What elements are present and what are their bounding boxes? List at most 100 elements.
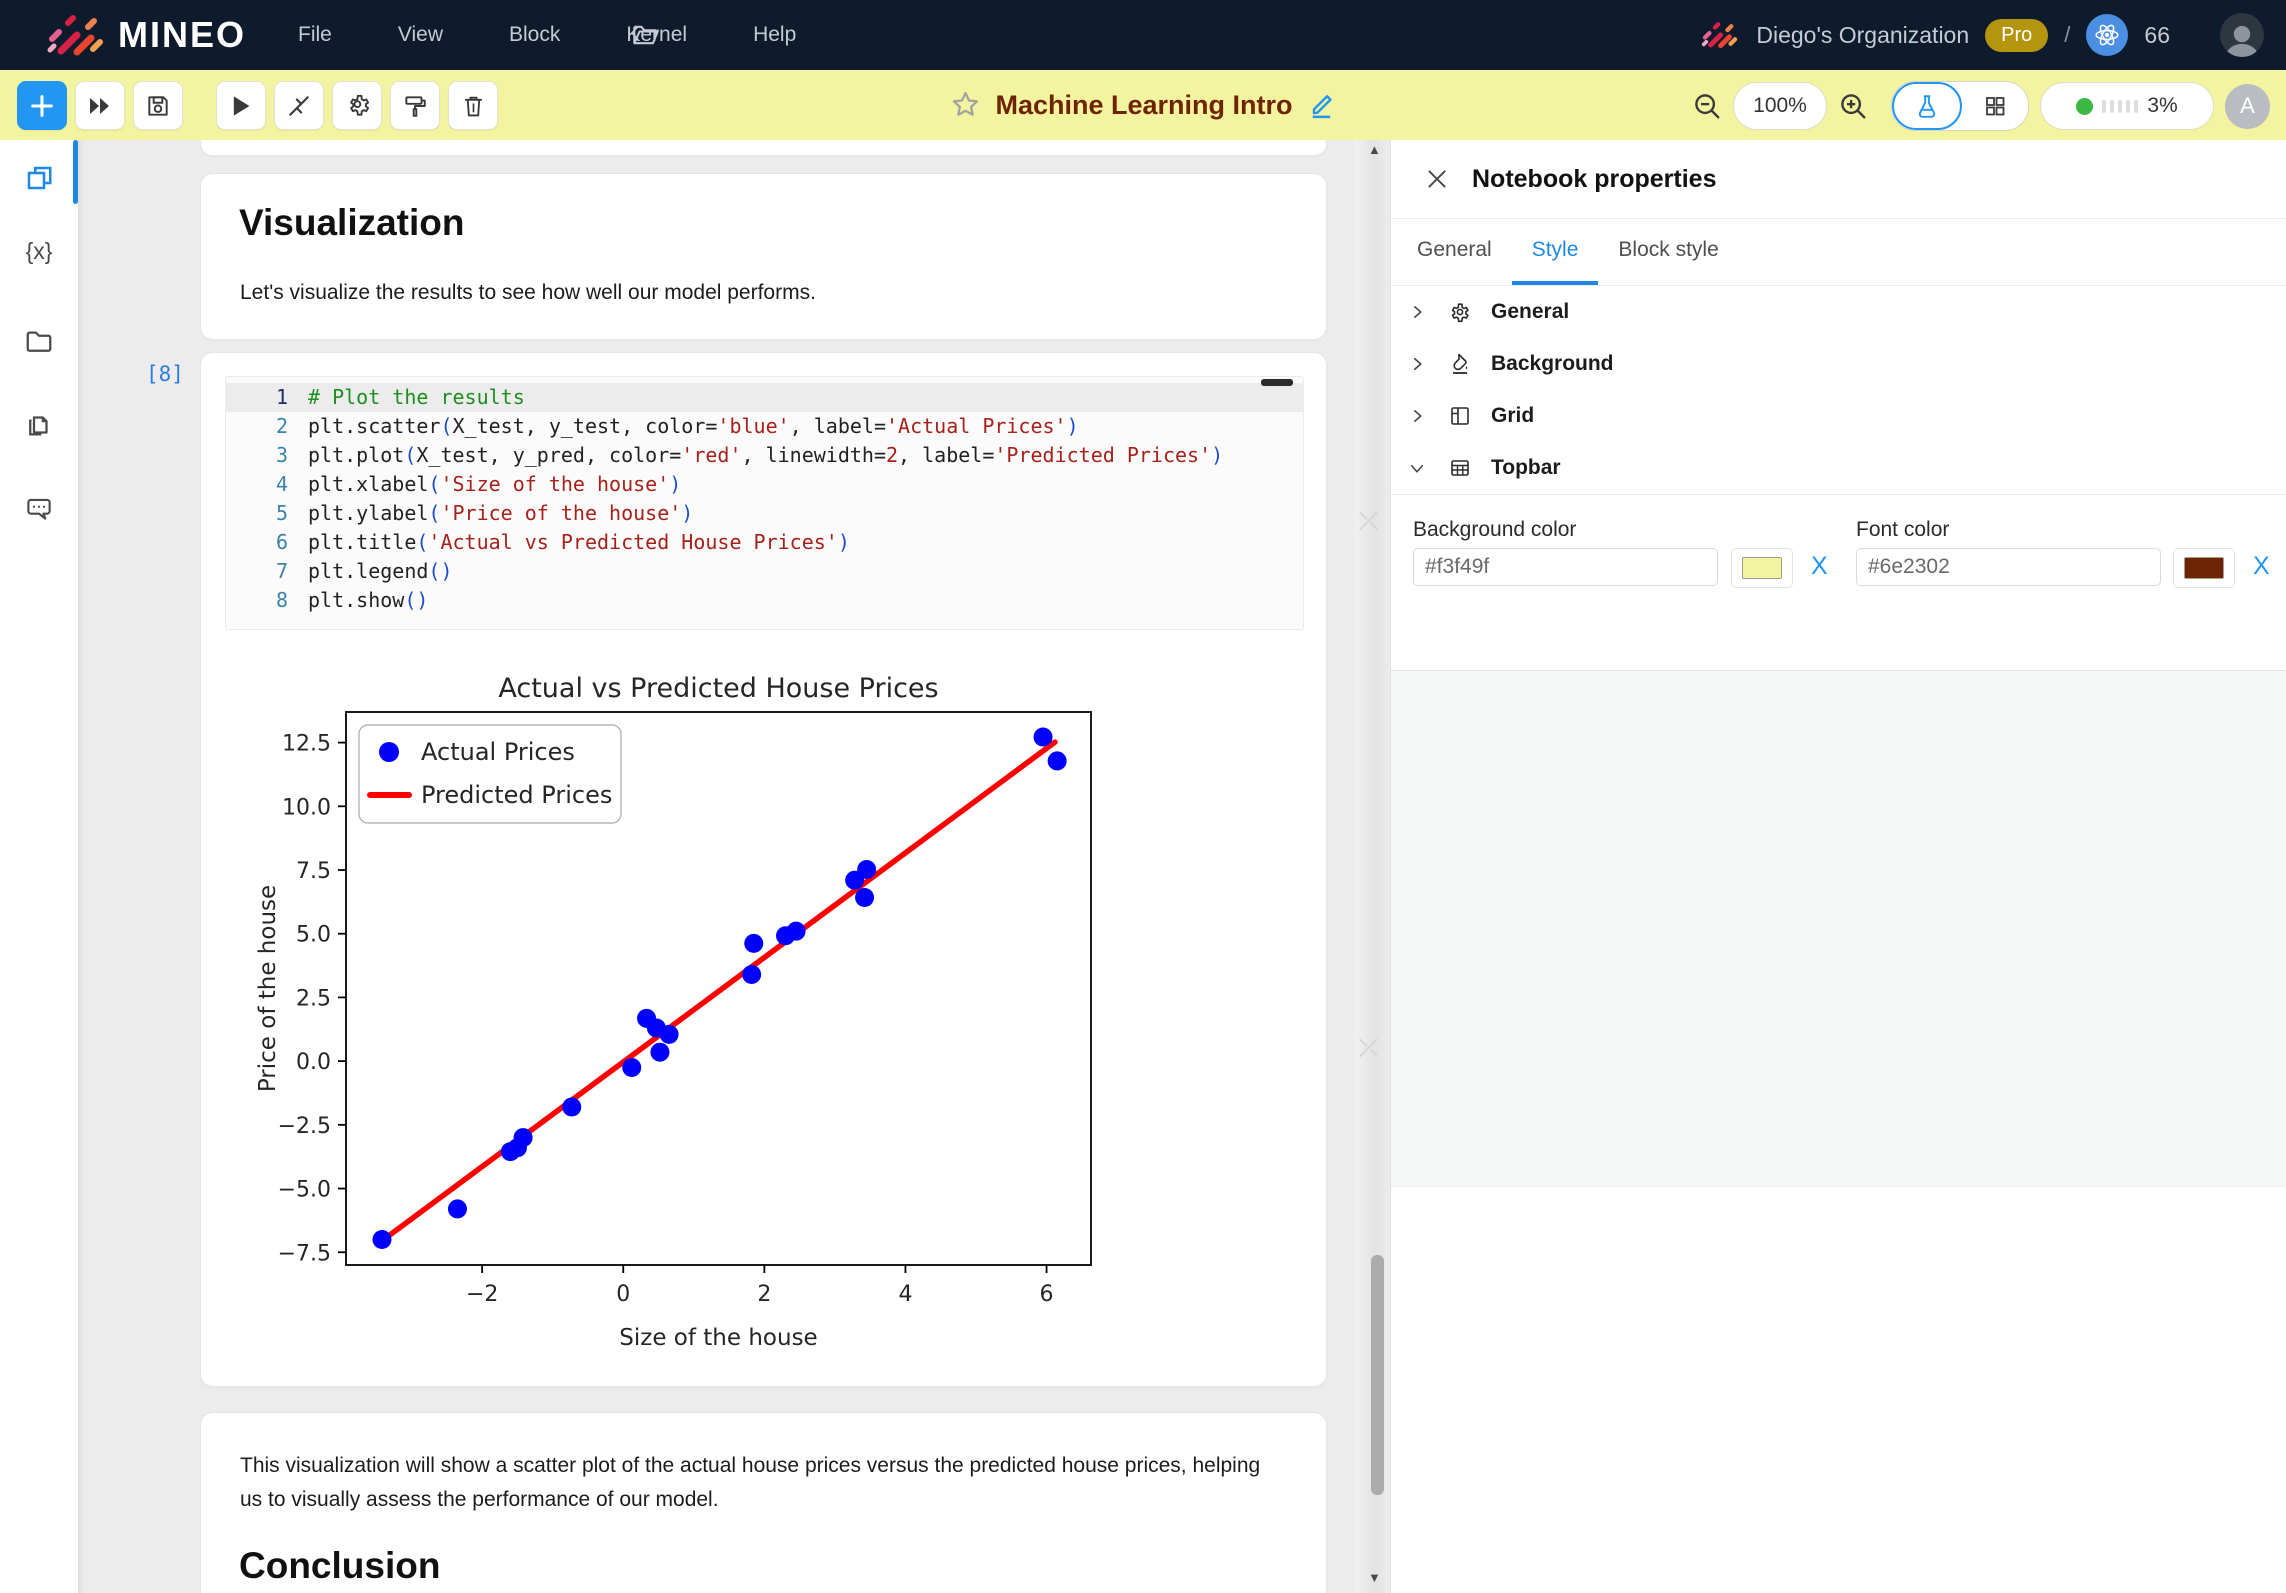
zoom-level[interactable]: 100%	[1733, 82, 1827, 130]
code-line[interactable]: 4plt.xlabel('Size of the house')	[226, 470, 1303, 499]
run-block-button[interactable]	[216, 81, 266, 130]
tab-general[interactable]: General	[1397, 219, 1512, 285]
run-all-button[interactable]	[75, 81, 125, 130]
line-number: 7	[226, 557, 308, 586]
code-line[interactable]: 7plt.legend()	[226, 557, 1303, 586]
close-panel-icon[interactable]	[1424, 166, 1450, 192]
code-text: plt.ylabel('Price of the house')	[308, 499, 693, 528]
delete-button[interactable]	[448, 81, 498, 130]
svg-text:−7.5: −7.5	[278, 1241, 331, 1266]
panel-resize-handle-icon[interactable]: ⤫	[1359, 508, 1378, 536]
topbar-menu: FileViewBlockKernelHelp	[298, 23, 796, 47]
code-text: plt.plot(X_test, y_pred, color='red', li…	[308, 441, 1223, 470]
play-icon	[230, 94, 252, 118]
sidebar-item-files[interactable]	[17, 320, 61, 364]
app-view-button[interactable]	[1962, 82, 2028, 130]
svg-text:12.5: 12.5	[282, 732, 331, 757]
collaborator-avatar[interactable]: A	[2225, 84, 2270, 129]
pages-icon	[24, 410, 54, 440]
kernel-usage-pill[interactable]: 3%	[2040, 82, 2214, 130]
code-editor[interactable]: 1# Plot the results2plt.scatter(X_test, …	[225, 376, 1304, 630]
document-title: Machine Learning Intro	[995, 90, 1292, 121]
menu-item-block[interactable]: Block	[509, 23, 560, 47]
chevron-down-icon	[1405, 459, 1429, 477]
open-folder-icon[interactable]	[632, 22, 660, 48]
org-logo-icon	[1700, 15, 1740, 55]
code-text: plt.xlabel('Size of the house')	[308, 470, 681, 499]
atom-credits-icon[interactable]	[2086, 14, 2128, 56]
section-heading: Visualization	[239, 202, 465, 244]
clear-background-color-icon[interactable]: X	[1811, 552, 1828, 581]
lab-view-button[interactable]	[1892, 82, 1962, 130]
svg-text:2: 2	[757, 1282, 771, 1307]
blocks-icon	[24, 163, 54, 193]
disconnect-icon	[286, 93, 312, 119]
svg-text:6: 6	[1040, 1282, 1054, 1307]
settings-button[interactable]	[332, 81, 382, 130]
section-general[interactable]: General	[1391, 286, 2286, 339]
save-button[interactable]	[133, 81, 183, 130]
menu-item-view[interactable]: View	[398, 23, 443, 47]
tab-block-style[interactable]: Block style	[1598, 219, 1738, 285]
panel-title: Notebook properties	[1472, 165, 1716, 194]
text-block-outro[interactable]: This visualization will show a scatter p…	[200, 1412, 1327, 1593]
code-line[interactable]: 6plt.title('Actual vs Predicted House Pr…	[226, 528, 1303, 557]
code-line[interactable]: 1# Plot the results	[226, 383, 1303, 412]
sidebar-item-pages[interactable]	[17, 403, 61, 447]
add-block-button[interactable]	[17, 81, 67, 130]
zoom-out-icon[interactable]	[1692, 91, 1722, 121]
section-grid[interactable]: Grid	[1391, 390, 2286, 443]
section-background[interactable]: Background	[1391, 338, 2286, 391]
gear-icon	[344, 92, 371, 119]
scatter-chart: −20246−7.5−5.0−2.50.02.55.07.510.012.5Ac…	[253, 653, 1098, 1363]
clear-font-color-icon[interactable]: X	[2253, 552, 2270, 581]
left-sidebar: {x}	[0, 140, 79, 1593]
code-line[interactable]: 8plt.show()	[226, 586, 1303, 615]
panel-header: Notebook properties	[1391, 140, 2286, 219]
view-mode-toggle	[1891, 81, 2029, 131]
background-color-input[interactable]	[1413, 548, 1718, 586]
menu-item-file[interactable]: File	[298, 23, 332, 47]
code-line[interactable]: 2plt.scatter(X_test, y_test, color='blue…	[226, 412, 1303, 441]
code-line[interactable]: 5plt.ylabel('Price of the house')	[226, 499, 1303, 528]
editor-scrollbar-thumb[interactable]	[1261, 379, 1293, 386]
font-color-swatch	[2184, 557, 2224, 579]
panel-resize-handle-icon[interactable]: ⤫	[1359, 1035, 1378, 1063]
tab-style[interactable]: Style	[1512, 219, 1599, 285]
font-color-input[interactable]	[1856, 548, 2161, 586]
code-text: # Plot the results	[308, 383, 525, 412]
favorite-star-icon[interactable]	[949, 89, 981, 121]
background-color-swatch-button[interactable]	[1731, 548, 1793, 588]
sidebar-item-comments[interactable]	[17, 486, 61, 530]
notebook-canvas: Visualization Let's visualize the result…	[78, 140, 1355, 1593]
scroll-up-arrow[interactable]: ▲	[1368, 142, 1381, 157]
line-number: 5	[226, 499, 308, 528]
zoom-in-icon[interactable]	[1838, 91, 1868, 121]
code-block-card[interactable]: 1# Plot the results2plt.scatter(X_test, …	[200, 352, 1327, 1387]
app-window: MINEO FileViewBlockKernelHelp	[0, 0, 2286, 1593]
org-name[interactable]: Diego's Organization	[1756, 22, 1969, 49]
disconnect-button[interactable]	[274, 81, 324, 130]
sidebar-item-variables[interactable]: {x}	[17, 229, 61, 273]
panel-tabs: General Style Block style	[1391, 219, 2286, 286]
edit-title-pencil-icon[interactable]	[1307, 90, 1337, 120]
text-block[interactable]: Visualization Let's visualize the result…	[200, 173, 1327, 340]
font-color-swatch-button[interactable]	[2173, 548, 2235, 588]
sidebar-item-blocks[interactable]	[17, 156, 61, 200]
code-line[interactable]: 3plt.plot(X_test, y_pred, color='red', l…	[226, 441, 1303, 470]
theme-button[interactable]	[390, 81, 440, 130]
line-number: 3	[226, 441, 308, 470]
previous-block-edge	[200, 140, 1327, 156]
scrollbar-thumb[interactable]	[1371, 1255, 1384, 1495]
menu-item-help[interactable]: Help	[753, 23, 796, 47]
grid-icon	[1447, 404, 1473, 428]
chat-icon	[23, 493, 55, 523]
scroll-down-arrow[interactable]: ▼	[1368, 1570, 1381, 1585]
svg-text:−2: −2	[466, 1282, 498, 1307]
user-avatar[interactable]	[2220, 13, 2264, 57]
section-topbar[interactable]: Topbar	[1391, 442, 2286, 495]
paint-roller-icon	[402, 93, 428, 119]
svg-text:−2.5: −2.5	[278, 1114, 331, 1139]
chevron-right-icon	[1405, 303, 1429, 321]
properties-panel: Notebook properties General Style Block …	[1390, 140, 2286, 1593]
